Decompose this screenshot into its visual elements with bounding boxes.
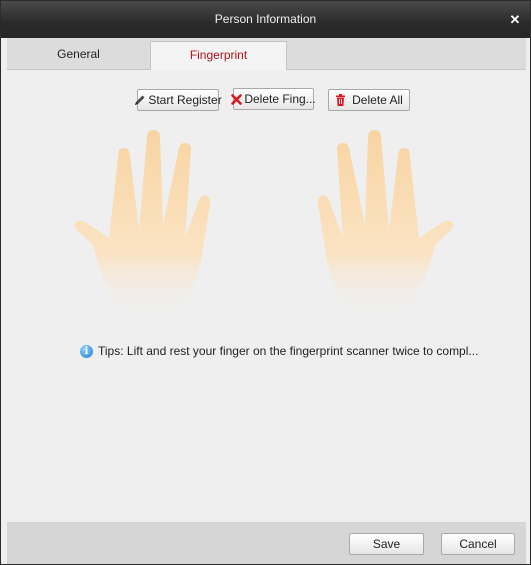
save-button[interactable]: Save	[349, 533, 424, 555]
start-register-label: Start Register	[148, 93, 222, 107]
red-x-icon	[231, 93, 243, 105]
tips-text: Tips: Lift and rest your finger on the f…	[98, 344, 479, 358]
window-title: Person Information	[214, 12, 317, 26]
delete-all-button[interactable]: Delete All	[328, 89, 410, 111]
left-hand-icon	[74, 130, 211, 320]
pencil-icon	[134, 94, 146, 106]
trash-icon	[335, 94, 346, 106]
cancel-button[interactable]: Cancel	[441, 533, 515, 555]
close-icon[interactable]: ✕	[506, 1, 524, 38]
footer-bar: Save Cancel	[7, 522, 526, 564]
info-icon: i	[80, 344, 93, 358]
delete-fingerprint-button[interactable]: Delete Fing...	[231, 88, 316, 110]
tips-row: i Tips: Lift and rest your finger on the…	[80, 344, 478, 358]
person-information-dialog: Person Information ✕ General Fingerprint…	[0, 0, 531, 565]
right-hand-icon	[317, 130, 454, 320]
title-bar: Person Information ✕	[1, 1, 530, 38]
tab-fingerprint[interactable]: Fingerprint	[150, 41, 287, 70]
delete-fingerprint-label: Delete Fing...	[244, 92, 316, 106]
start-register-button[interactable]: Start Register	[134, 89, 222, 111]
fingerprint-panel: Start Register Delete Fing... Delete All…	[7, 70, 526, 521]
delete-all-label: Delete All	[352, 93, 403, 107]
hands-illustration	[74, 130, 454, 320]
tab-bar: General Fingerprint	[7, 38, 526, 70]
tab-general[interactable]: General	[7, 41, 150, 69]
